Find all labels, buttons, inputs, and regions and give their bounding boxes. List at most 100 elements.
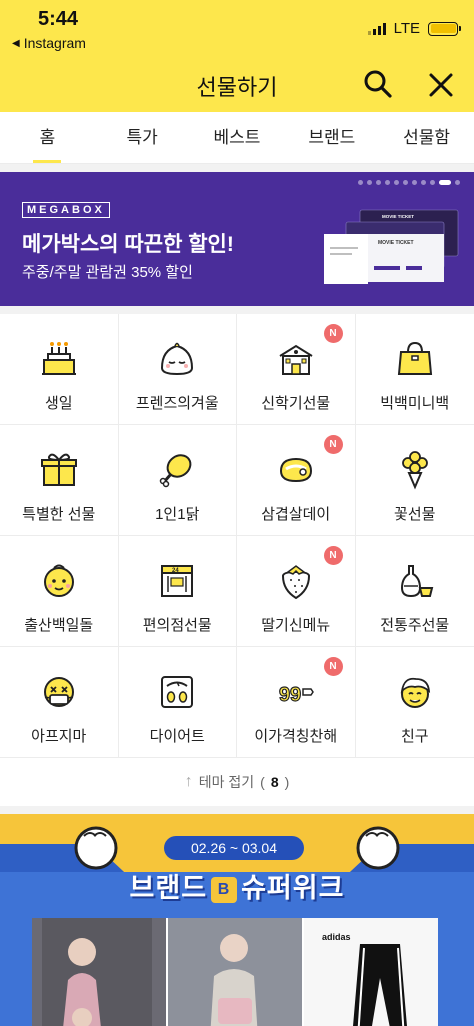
theme-label: 생일 (44, 395, 73, 412)
brand-superweek-banner[interactable]: 02.26 ~ 03.04 브랜드 B 슈퍼위크 adidas (0, 814, 474, 1026)
promo-title-left: 브랜드 (129, 873, 208, 903)
theme-item[interactable]: 1인1닭 (118, 425, 237, 536)
theme-item[interactable]: 친구 (355, 647, 474, 758)
close-icon[interactable] (424, 68, 458, 102)
svg-text:9: 9 (290, 684, 301, 706)
new-badge: N (323, 657, 343, 676)
school-building-icon (279, 344, 313, 375)
theme-label: 신학기선물 (261, 395, 331, 412)
theme-label: 딸기신메뉴 (261, 617, 331, 634)
theme-label: 아프지마 (31, 728, 87, 745)
theme-item[interactable]: 꽃선물 (355, 425, 474, 536)
search-icon[interactable] (362, 68, 394, 100)
strawberry-icon (281, 565, 310, 600)
network-label: LTE (393, 20, 420, 37)
theme-label: 특별한 선물 (22, 506, 96, 523)
carousel-indicator (358, 180, 460, 185)
theme-label: 1인1닭 (155, 506, 200, 523)
theme-label: 친구 (400, 728, 429, 745)
back-triangle-icon: ◀ (12, 37, 20, 49)
theme-label: 빅백미니백 (380, 395, 450, 412)
chicken-leg-icon (160, 454, 192, 488)
status-time: 5:44 (38, 8, 79, 30)
theme-item[interactable]: 다이어트 (118, 647, 237, 758)
back-app-label: Instagram (23, 35, 86, 51)
tab-brand[interactable]: 브랜드 (284, 112, 379, 163)
theme-item[interactable]: 24 편의점선물 (118, 536, 237, 647)
adidas-logo: adidas (322, 932, 351, 942)
price-tag-icon: 99 (278, 683, 314, 707)
status-indicators: LTE (367, 20, 461, 37)
ticket-label: MOVIE TICKET (378, 240, 414, 246)
fold-paren-open: ( (260, 774, 265, 790)
baby-face-icon (43, 564, 74, 597)
theme-label: 다이어트 (149, 728, 205, 745)
status-bar: 5:44 ◀ Instagram LTE (0, 0, 474, 60)
theme-label: 꽃선물 (394, 506, 436, 523)
theme-label: 삼겹살데이 (261, 506, 331, 523)
theme-label: 출산백일돌 (24, 617, 94, 634)
ticket-label-back: MOVIE TICKET (382, 214, 414, 219)
theme-item[interactable]: 생일 (0, 314, 119, 425)
battery-icon (428, 21, 461, 36)
theme-item[interactable]: 특별한 선물 (0, 425, 119, 536)
handbag-icon (397, 341, 432, 375)
product-image-3[interactable]: adidas (304, 918, 438, 1026)
meat-icon (279, 457, 312, 483)
back-to-app-link[interactable]: ◀ Instagram (12, 35, 86, 51)
fold-paren-close: ) (284, 774, 290, 790)
theme-fold-button[interactable]: ↑ 테마 접기 (8) (0, 758, 474, 806)
theme-item[interactable]: 아프지마 (0, 647, 119, 758)
promo-title: 브랜드 B 슈퍼위크 (0, 866, 474, 905)
tab-home[interactable]: 홈 (0, 112, 95, 163)
theme-item[interactable]: 프렌즈의겨울 (118, 314, 237, 425)
theme-item[interactable]: 딸기신메뉴 N (237, 536, 356, 647)
new-badge: N (323, 546, 343, 565)
theme-item[interactable]: 삼겹살데이 N (237, 425, 356, 536)
scale-icon (161, 676, 194, 708)
arrow-up-icon: ↑ (184, 773, 193, 790)
tab-best[interactable]: 베스트 (190, 112, 285, 163)
theme-item[interactable]: 출산백일돌 (0, 536, 119, 647)
friend-face-icon (400, 677, 430, 708)
fold-label: 테마 접기 (198, 774, 255, 790)
theme-label: 이가격칭찬해 (254, 728, 338, 745)
theme-item[interactable]: 전통주선물 (355, 536, 474, 647)
theme-label: 전통주선물 (380, 617, 450, 634)
promo-title-right: 슈퍼위크 (241, 873, 345, 903)
theme-label: 프렌즈의겨울 (135, 395, 219, 412)
tab-giftbox[interactable]: 선물함 (379, 112, 474, 163)
product-strip: adidas (32, 918, 438, 1026)
banner-subtitle: 주중/주말 관람권 35% 할인 (22, 264, 193, 281)
theme-item[interactable]: 빅백미니백 (355, 314, 474, 425)
theme-grid: 생일 프렌즈의겨울 신학기선물 N 빅백미니백특별한 선물 1인1닭 삼겹살데이 N 꽃선물출산… (0, 314, 474, 758)
page-title: 선물하기 (196, 75, 278, 100)
new-badge: N (323, 435, 343, 454)
theme-item[interactable]: 신학기선물 N (237, 314, 356, 425)
tab-deals[interactable]: 특가 (95, 112, 190, 163)
promo-date-range: 02.26 ~ 03.04 (164, 836, 304, 860)
megabox-logo: MEGABOX (22, 202, 110, 218)
flower-bouquet-icon (401, 451, 428, 490)
fold-count: 8 (270, 774, 279, 790)
megabox-banner[interactable]: MEGABOX 메가박스의 따끈한 할인! 주중/주말 관람권 35% 할인 M… (0, 172, 474, 306)
movie-ticket-image: MOVIE TICKET MOVIE TICKET (324, 209, 459, 284)
product-image-1[interactable] (32, 918, 168, 1026)
sick-face-icon (43, 677, 74, 707)
friends-character-icon (161, 342, 194, 376)
tab-bar: 홈 특가 베스트 브랜드 선물함 (0, 112, 474, 164)
banner-title: 메가박스의 따끈한 할인! (22, 233, 234, 256)
convenience-store-icon: 24 (161, 565, 194, 597)
birthday-cake-icon (41, 342, 76, 375)
svg-text:24: 24 (172, 568, 179, 574)
brand-b-badge-icon: B (211, 877, 238, 903)
new-badge: N (323, 324, 343, 343)
traditional-liquor-icon (400, 565, 434, 598)
product-image-2[interactable] (168, 918, 304, 1026)
svg-text:9: 9 (279, 684, 290, 706)
theme-item[interactable]: 9 9 이가격칭찬해 N (237, 647, 356, 758)
signal-icon (367, 22, 386, 35)
gift-icon (40, 453, 77, 486)
title-bar: 선물하기 (0, 60, 474, 112)
theme-label: 편의점선물 (142, 617, 212, 634)
